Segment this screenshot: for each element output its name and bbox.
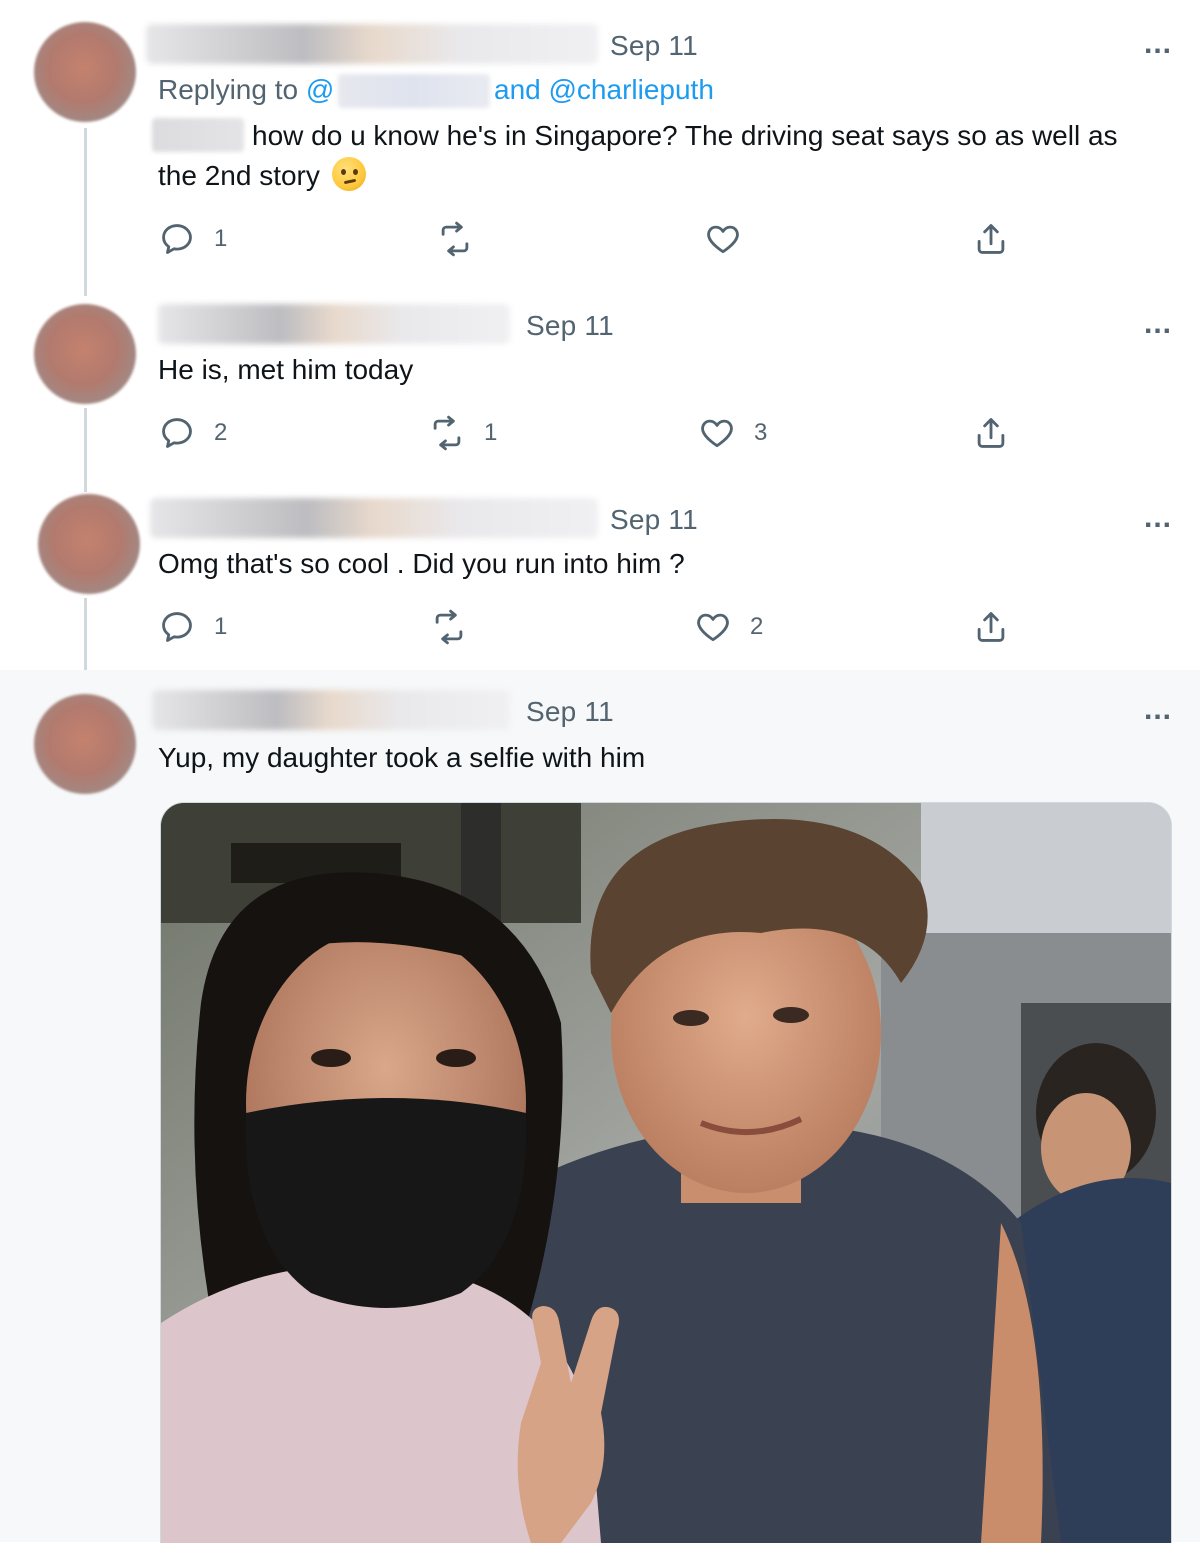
more-options-icon[interactable]: ...: [1144, 309, 1172, 339]
avatar[interactable]: [38, 494, 140, 594]
avatar[interactable]: [34, 304, 136, 404]
tweet-date[interactable]: Sep 11: [610, 30, 698, 62]
redacted-username: [150, 498, 598, 538]
tweet-text: Omg that's so cool . Did you run into hi…: [158, 548, 685, 579]
reply-icon: [162, 224, 192, 254]
tweet-photo[interactable]: [160, 802, 1172, 1543]
tweet[interactable]: Sep 11 ... He is, met him today 2 1 3: [0, 290, 1200, 480]
heart-icon: [701, 419, 733, 448]
reply-button[interactable]: 1: [158, 608, 227, 646]
reply-button[interactable]: 2: [158, 414, 227, 452]
retweet-button[interactable]: 1: [428, 414, 497, 452]
retweet-icon: [441, 221, 469, 257]
like-button[interactable]: 2: [694, 608, 763, 646]
reply-count: 2: [214, 419, 228, 446]
heart-icon: [707, 225, 739, 254]
tweet[interactable]: Sep 11 ... Replying to @ and @charlieput…: [0, 0, 1200, 290]
tweet-text: how do u know he's in Singapore? The dri…: [252, 116, 1118, 156]
tweet-text-line2: the 2nd story: [158, 156, 366, 196]
like-count: 2: [750, 613, 764, 640]
heart-icon: [697, 613, 729, 642]
redacted-mention: [152, 118, 244, 152]
selfie-image: [161, 803, 1171, 1543]
like-button[interactable]: [704, 220, 760, 258]
retweet-icon: [433, 415, 461, 451]
tweet-text: He is, met him today: [158, 354, 414, 385]
redacted-username: [158, 304, 510, 344]
tweet-date[interactable]: Sep 11: [610, 504, 698, 536]
redacted-username: [152, 690, 510, 730]
avatar[interactable]: [34, 22, 136, 122]
redacted-handle: [338, 74, 490, 108]
more-options-icon[interactable]: ...: [1144, 29, 1172, 59]
tweet-date[interactable]: Sep 11: [526, 310, 614, 342]
share-icon: [977, 612, 1005, 642]
tweet[interactable]: Sep 11 ... Omg that's so cool . Did you …: [0, 480, 1200, 670]
share-icon: [977, 224, 1005, 254]
tweet-text-line2-content: the 2nd story: [158, 160, 320, 191]
reply-icon: [162, 612, 192, 642]
redacted-username: [146, 24, 598, 64]
share-icon: [977, 418, 1005, 448]
retweet-button[interactable]: [436, 220, 492, 258]
more-options-icon[interactable]: ...: [1144, 695, 1172, 725]
share-button[interactable]: [972, 220, 1010, 258]
reply-button[interactable]: 1: [158, 220, 227, 258]
like-button[interactable]: 3: [698, 414, 767, 452]
share-button[interactable]: [972, 608, 1010, 646]
tweet-text: Yup, my daughter took a selfie with him: [158, 742, 646, 773]
replying-to: Replying to @: [158, 74, 334, 106]
avatar[interactable]: [34, 694, 136, 794]
reply-count: 1: [214, 225, 228, 252]
thinking-face-icon: [331, 157, 366, 191]
reply-handle-2[interactable]: and @charlieputh: [494, 74, 714, 106]
share-button[interactable]: [972, 414, 1010, 452]
reply-icon: [162, 418, 192, 448]
reply-handle-1[interactable]: @: [306, 74, 334, 105]
retweet-count: 1: [484, 419, 498, 446]
tweet-text-line1: how do u know he's in Singapore? The dri…: [252, 120, 1118, 151]
retweet-button[interactable]: [430, 608, 486, 646]
like-count: 3: [754, 419, 768, 446]
more-options-icon[interactable]: ...: [1144, 503, 1172, 533]
reply-count: 1: [214, 613, 228, 640]
replying-label: Replying to: [158, 74, 299, 105]
retweet-icon: [435, 609, 463, 645]
tweet-date[interactable]: Sep 11: [526, 696, 614, 728]
